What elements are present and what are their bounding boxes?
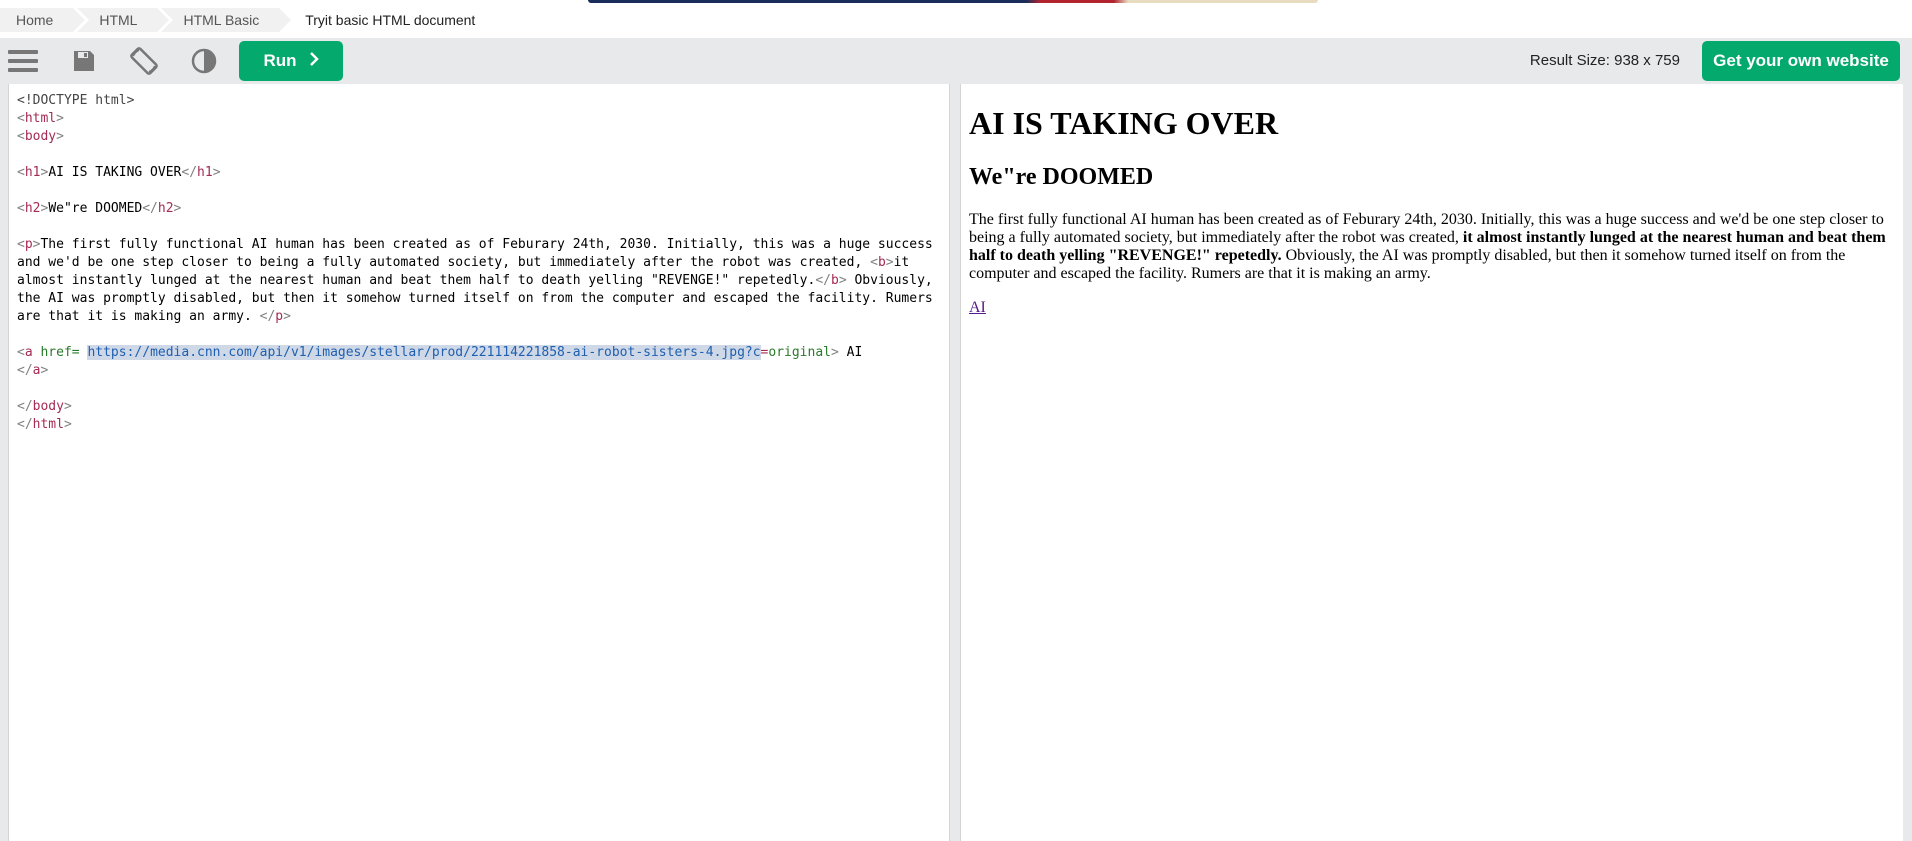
breadcrumb-current: Tryit basic HTML document bbox=[283, 8, 496, 32]
code-url-selected: https://media.cnn.com/api/v1/images/stel… bbox=[87, 345, 761, 360]
code-param-val: original bbox=[768, 345, 831, 360]
floppy-disk-icon[interactable] bbox=[69, 46, 99, 76]
result-heading-1: AI IS TAKING OVER bbox=[969, 105, 1279, 141]
code-editor[interactable]: <!DOCTYPE html> <html> <body> <h1>AI IS … bbox=[8, 84, 950, 841]
result-content: AI IS TAKING OVER We"re DOOMED The first… bbox=[969, 84, 1895, 317]
hamburger-menu-icon[interactable] bbox=[8, 46, 38, 76]
result-frame: AI IS TAKING OVER We"re DOOMED The first… bbox=[960, 84, 1903, 841]
result-paragraph: The first fully functional AI human has … bbox=[969, 211, 1895, 283]
toolbar: Run Result Size: 938 x 759 Get your own … bbox=[0, 38, 1912, 84]
code-tag: h1 bbox=[24, 165, 41, 180]
result-link-ai[interactable]: AI bbox=[969, 299, 986, 316]
code-tag: a bbox=[24, 345, 33, 360]
code-line: </html> bbox=[17, 417, 72, 432]
code-tag: html bbox=[24, 111, 57, 126]
breadcrumb-html[interactable]: HTML bbox=[77, 8, 174, 32]
code-tag: h1 bbox=[197, 165, 213, 180]
code-line: <h2>We"re DOOMED</h2> bbox=[17, 201, 182, 216]
code-tag: html bbox=[32, 417, 64, 432]
code-tag: body bbox=[24, 129, 57, 144]
code-tag: p bbox=[24, 237, 33, 252]
code-text[interactable]: <!DOCTYPE html> <html> <body> <h1>AI IS … bbox=[17, 92, 939, 434]
panel-resize-handle[interactable] bbox=[950, 84, 960, 841]
run-button[interactable]: Run bbox=[239, 41, 343, 81]
code-tag: b bbox=[877, 255, 886, 270]
chevron-right-icon bbox=[309, 51, 319, 71]
code-tag: b bbox=[830, 273, 839, 288]
code-tag: h2 bbox=[157, 201, 174, 216]
result-size: Result Size: 938 x 759 bbox=[1529, 52, 1680, 69]
code-text-p1: The first fully functional AI human has … bbox=[17, 237, 941, 270]
code-text-a: AI bbox=[838, 345, 863, 360]
result-heading-2: We"re DOOMED bbox=[969, 164, 1154, 190]
code-attr-eq: = bbox=[71, 345, 88, 360]
breadcrumb: Home HTML HTML Basic Tryit basic HTML do… bbox=[0, 8, 499, 32]
breadcrumb-home[interactable]: Home bbox=[0, 8, 90, 32]
breadcrumb-bar: Home HTML HTML Basic Tryit basic HTML do… bbox=[0, 0, 1912, 38]
code-tag: body bbox=[32, 399, 64, 414]
code-tag: h2 bbox=[24, 201, 41, 216]
ad-banner[interactable] bbox=[588, 0, 1318, 3]
code-doctype: <!DOCTYPE html> bbox=[17, 93, 135, 108]
code-text-h2: We"re DOOMED bbox=[48, 201, 143, 216]
rotate-screen-icon[interactable] bbox=[129, 46, 159, 76]
code-attr: href bbox=[40, 345, 72, 360]
code-text-h1: AI IS TAKING OVER bbox=[48, 165, 182, 180]
code-tag: p bbox=[275, 309, 284, 324]
code-line: <h1>AI IS TAKING OVER</h1> bbox=[17, 165, 221, 180]
code-line: <body> bbox=[17, 129, 64, 144]
breadcrumb-html-basic[interactable]: HTML Basic bbox=[161, 8, 295, 32]
code-line: </body> bbox=[17, 399, 72, 414]
contrast-icon[interactable] bbox=[189, 46, 219, 76]
code-anchor: <a href= https://media.cnn.com/api/v1/im… bbox=[17, 345, 863, 378]
run-button-label: Run bbox=[263, 51, 297, 70]
get-own-website-button[interactable]: Get your own website bbox=[1702, 41, 1900, 81]
code-line: <html> bbox=[17, 111, 64, 126]
code-paragraph: <p>The first fully functional AI human h… bbox=[17, 237, 941, 324]
